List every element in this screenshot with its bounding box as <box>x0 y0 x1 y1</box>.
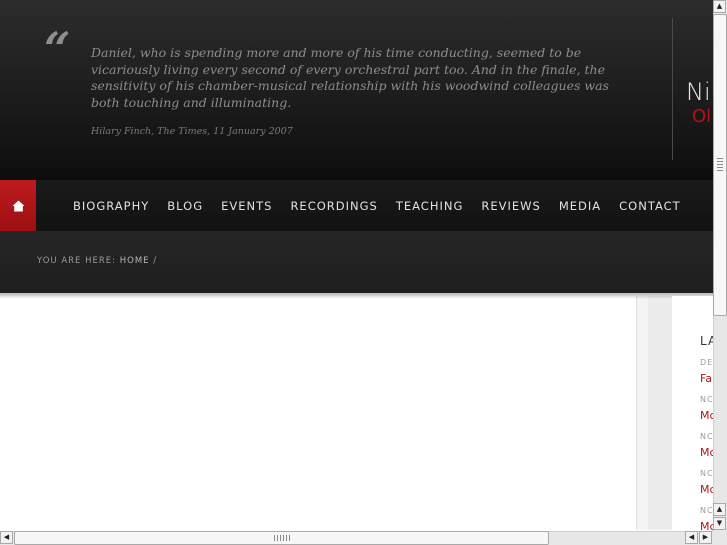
site-title[interactable]: Ni <box>686 78 711 106</box>
sidebar-entry-date: DE <box>700 358 713 367</box>
breadcrumb: YOU ARE HERE: HOME / <box>37 256 157 266</box>
scroll-right-button[interactable]: ▶ <box>699 531 712 544</box>
header-divider <box>672 18 673 160</box>
header-banner: “ Daniel, who is spending more and more … <box>0 0 713 180</box>
sidebar-entry-link[interactable]: Mc <box>700 483 713 496</box>
breadcrumb-prefix: YOU ARE HERE: <box>37 256 117 266</box>
arrow-right-icon: ▶ <box>702 533 709 541</box>
content-gutter <box>648 296 672 530</box>
sidebar-entry-link[interactable]: Mc <box>700 446 713 459</box>
nav-item-events[interactable]: EVENTS <box>221 199 272 213</box>
arrow-up-icon: ▲ <box>716 2 723 10</box>
nav-item-blog[interactable]: BLOG <box>167 199 203 213</box>
sidebar-entry-date: NC <box>700 506 713 515</box>
sidebar-entry-link[interactable]: Mc <box>700 520 713 530</box>
quote-citation: Hilary Finch, The Times, 11 January 2007 <box>91 126 293 137</box>
content-top-shadow <box>0 293 713 299</box>
site-subtitle: Ol <box>692 106 712 127</box>
quote-text: Daniel, who is spending more and more of… <box>91 45 609 110</box>
nav-item-recordings[interactable]: RECORDINGS <box>290 199 377 213</box>
arrow-down-icon: ▼ <box>716 519 723 527</box>
scrollbar-corner <box>713 531 727 545</box>
quote-mark: “ <box>44 22 71 76</box>
main-content-panel <box>0 296 637 530</box>
sidebar-entry-date: NC <box>700 395 713 404</box>
nav-item-contact[interactable]: CONTACT <box>619 199 681 213</box>
sidebar-entry-link[interactable]: Mc <box>700 409 713 422</box>
arrow-left-icon: ◀ <box>688 533 695 541</box>
home-button[interactable] <box>0 180 36 231</box>
nav-items: BIOGRAPHY BLOG EVENTS RECORDINGS TEACHIN… <box>73 180 699 231</box>
sidebar-entry-link[interactable]: Fa <box>700 372 712 385</box>
breadcrumb-separator: / <box>153 256 158 266</box>
arrow-left-icon: ◀ <box>3 533 10 541</box>
scroll-up-button-lower[interactable]: ▲ <box>713 503 726 516</box>
main-nav: BIOGRAPHY BLOG EVENTS RECORDINGS TEACHIN… <box>0 180 713 231</box>
sidebar: LA DE Fa NC Mc NC Mc NC Mc NC Mc <box>672 296 713 530</box>
nav-item-media[interactable]: MEDIA <box>559 199 601 213</box>
vertical-grip-icon <box>717 158 723 172</box>
nav-item-teaching[interactable]: TEACHING <box>396 199 464 213</box>
sidebar-entry-date: NC <box>700 432 713 441</box>
sidebar-entry-date: NC <box>700 469 713 478</box>
nav-item-biography[interactable]: BIOGRAPHY <box>73 199 149 213</box>
breadcrumb-home-link[interactable]: HOME <box>120 256 150 266</box>
nav-item-reviews[interactable]: REVIEWS <box>481 199 540 213</box>
scroll-left-button-lower[interactable]: ◀ <box>685 531 698 544</box>
scroll-left-button[interactable]: ◀ <box>0 531 13 544</box>
home-icon <box>12 200 24 211</box>
scroll-down-button[interactable]: ▼ <box>713 517 726 530</box>
arrow-up-icon: ▲ <box>716 505 723 513</box>
sidebar-title: LA <box>700 334 713 348</box>
scroll-up-button[interactable]: ▲ <box>713 0 726 13</box>
horizontal-grip-icon <box>274 535 290 541</box>
